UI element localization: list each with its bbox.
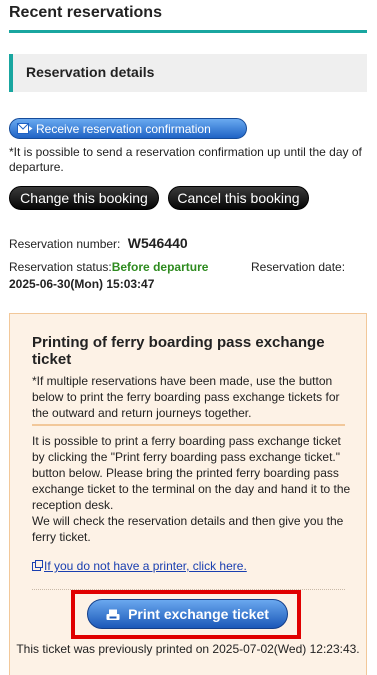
- change-booking-button[interactable]: Change this booking: [9, 186, 159, 210]
- print-panel-multi-note: *If multiple reservations have been made…: [32, 374, 340, 420]
- reservation-date-label: Reservation date:: [251, 260, 346, 274]
- section-header: Reservation details: [9, 54, 367, 92]
- print-panel-title: Printing of ferry boarding pass exchange…: [32, 334, 325, 368]
- reservation-status: Before departure: [111, 260, 209, 274]
- confirmation-note: *It is possible to send a reservation co…: [9, 145, 362, 174]
- external-window-icon: [32, 559, 43, 571]
- reservation-number-label: Reservation number:: [9, 237, 121, 251]
- printer-icon: [106, 608, 120, 620]
- panel-divider: [32, 424, 345, 426]
- print-exchange-ticket-label: Print exchange ticket: [128, 606, 269, 622]
- section-heading: Reservation details: [26, 64, 155, 80]
- title-underline: [9, 30, 367, 33]
- no-printer-link-label: If you do not have a printer, click here…: [44, 559, 247, 573]
- reservation-status-label: Reservation status:: [9, 260, 112, 274]
- print-panel-body: It is possible to print a ferry boarding…: [32, 434, 351, 544]
- print-exchange-ticket-button[interactable]: Print exchange ticket: [87, 599, 288, 629]
- reservation-number-row: Reservation number: W546440: [9, 235, 188, 251]
- page-title: Recent reservations: [9, 4, 162, 21]
- receive-confirmation-button[interactable]: Receive reservation confirmation: [9, 118, 247, 139]
- reservation-number: W546440: [127, 235, 188, 251]
- reservation-date: 2025-06-30(Mon) 15:03:47: [9, 277, 155, 291]
- no-printer-link[interactable]: If you do not have a printer, click here…: [32, 559, 247, 573]
- cancel-booking-button[interactable]: Cancel this booking: [168, 186, 309, 210]
- previously-printed-note: This ticket was previously printed on 20…: [16, 642, 360, 656]
- mail-icon: [17, 123, 33, 134]
- receive-confirmation-label: Receive reservation confirmation: [36, 121, 211, 136]
